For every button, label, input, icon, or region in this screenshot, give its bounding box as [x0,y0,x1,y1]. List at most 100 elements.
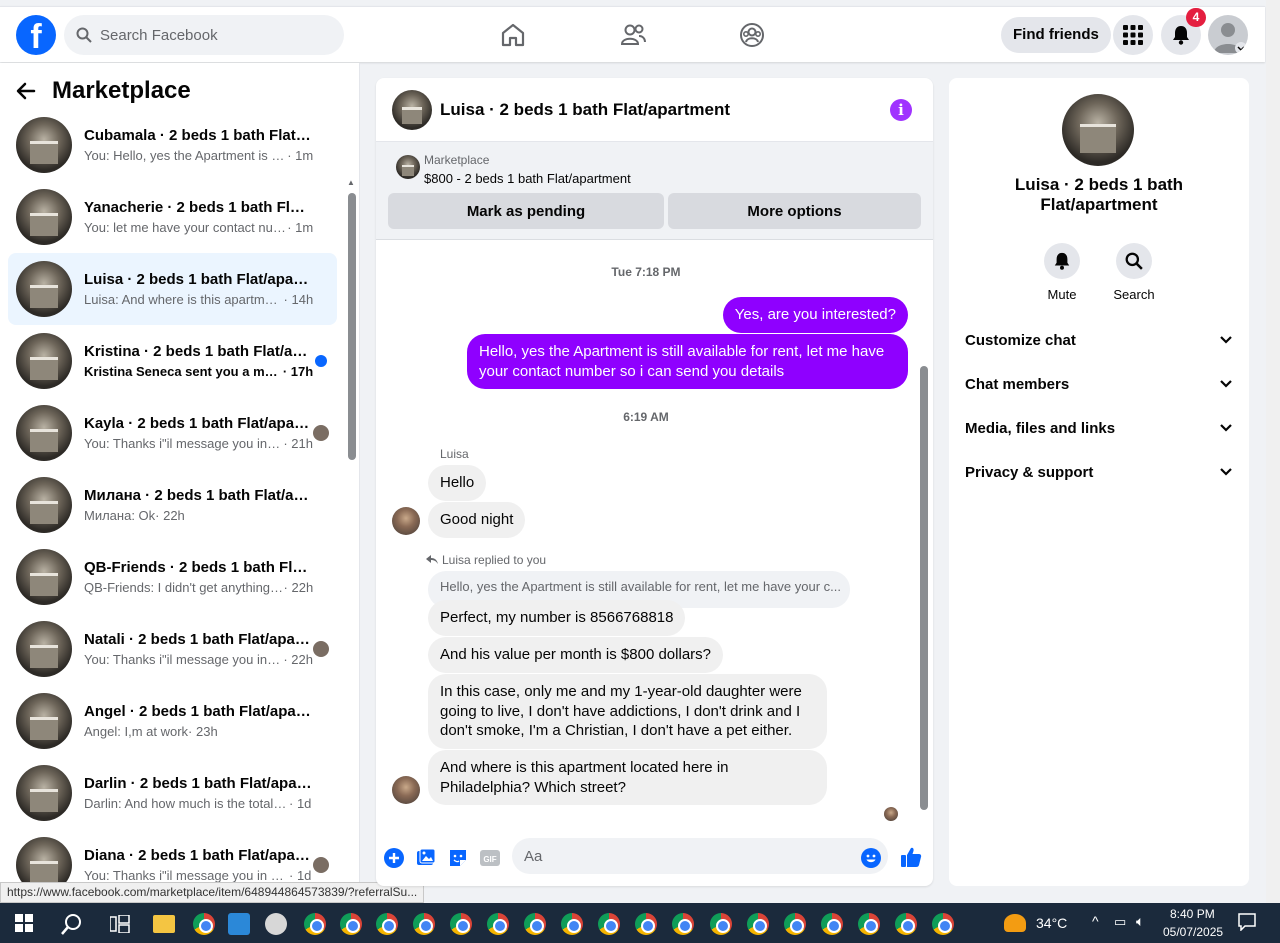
chrome-icon[interactable] [304,913,326,935]
conversation-item[interactable]: Angel · 2 beds 1 bath Flat/apartment Ange… [8,685,337,757]
outgoing-message[interactable]: Hello, yes the Apartment is still availa… [467,334,908,389]
chrome-icon[interactable] [747,913,769,935]
sender-avatar[interactable] [392,776,420,804]
chrome-icon[interactable] [487,913,509,935]
chrome-icon[interactable] [858,913,880,935]
back-arrow-icon[interactable] [16,81,36,101]
chrome-icon[interactable] [895,913,917,935]
info-section-2[interactable]: Media, files and links [965,406,1233,450]
notification-center-icon[interactable] [1238,913,1256,931]
listing-large-thumbnail[interactable] [1062,94,1134,166]
info-section-1[interactable]: Chat members [965,362,1233,406]
outgoing-message[interactable]: Yes, are you interested? [722,297,908,333]
incoming-message[interactable]: In this case, only me and my 1-year-old … [428,674,827,749]
chrome-icon[interactable] [784,913,806,935]
incoming-message[interactable]: Good night [428,502,526,538]
profile-avatar[interactable] [1208,15,1248,55]
conversation-item[interactable]: Cubamala · 2 beds 1 bath Flat/apartment Y… [8,109,337,181]
friends-icon[interactable] [618,20,648,50]
volume-icon[interactable]: 🔈︎ [1136,913,1144,930]
conversation-item[interactable]: Yanacherie · 2 beds 1 bath Flat/apartmen… [8,181,337,253]
incoming-message[interactable]: And where is this apartment located here… [428,750,827,805]
sidebar-scrollbar[interactable] [348,193,356,460]
conversation-item[interactable]: Natali · 2 beds 1 bath Flat/apartment You… [8,613,337,685]
chrome-icon[interactable] [561,913,583,935]
search-label: Search [1113,287,1155,302]
listing-price[interactable]: $800 - 2 beds 1 bath Flat/apartment [424,171,631,186]
image-icon[interactable] [416,848,436,868]
thumbs-up-icon[interactable] [900,846,922,868]
more-options-button[interactable]: More options [668,193,921,229]
chrome-icon[interactable] [376,913,398,935]
info-icon[interactable]: i [890,99,912,121]
app-icon[interactable] [265,913,287,935]
chrome-icon[interactable] [635,913,657,935]
clock-date[interactable]: 05/07/2025 [1163,925,1223,939]
incoming-message[interactable]: And his value per month is $800 dollars? [428,637,723,673]
scroll-up-arrow-icon[interactable]: ▲ [347,178,355,187]
chrome-icon[interactable] [821,913,843,935]
info-section-0[interactable]: Customize chat [965,318,1233,362]
chrome-icon[interactable] [450,913,472,935]
search-input[interactable] [100,26,320,44]
message-input-box[interactable] [512,838,888,874]
sender-avatar[interactable] [392,507,420,535]
chrome-icon[interactable] [932,913,954,935]
conversation-time: · 1m [287,220,314,235]
incoming-message[interactable]: Perfect, my number is 8566768818 [428,600,686,636]
home-icon[interactable] [498,20,528,50]
listing-thumbnail[interactable] [392,89,432,130]
listing-mini-thumbnail[interactable] [396,155,420,179]
sticker-icon[interactable] [448,848,468,868]
chevron-up-icon[interactable]: ^ [1092,913,1099,929]
task-view-icon[interactable] [110,915,130,933]
incoming-message[interactable]: Hello [428,465,487,501]
chrome-icon[interactable] [340,913,362,935]
weather-icon[interactable] [1004,914,1026,932]
conversation-item[interactable]: QB-Friends · 2 beds 1 bath Flat/apartmen… [8,541,337,613]
message-input[interactable] [524,847,844,865]
info-title[interactable]: Luisa · 2 beds 1 bath Flat/apartment [979,175,1219,215]
chrome-icon[interactable] [598,913,620,935]
facebook-logo[interactable]: f [16,15,56,55]
page-scrollbar[interactable] [1266,0,1280,903]
chrome-icon[interactable] [193,913,215,935]
conversation-item[interactable]: Darlin · 2 beds 1 bath Flat/apartment Dar… [8,757,337,829]
conversation-preview-row: You: Hello, yes the Apartment is still a… [84,148,313,163]
chat-title[interactable]: Luisa · 2 beds 1 bath Flat/apartment [440,100,730,120]
groups-icon[interactable] [737,20,767,50]
plus-icon[interactable] [384,848,404,868]
clock-time[interactable]: 8:40 PM [1170,907,1215,921]
find-friends-button[interactable]: Find friends [1001,17,1111,53]
temperature[interactable]: 34°C [1036,915,1067,931]
network-icon[interactable]: ▭ [1114,914,1126,930]
conversation-time: · 14h [283,292,314,307]
info-section-3[interactable]: Privacy & support [965,450,1233,494]
conversation-preview: Darlin: And how much is the total to mov… [84,796,289,811]
svg-text:GIF: GIF [483,855,496,864]
search-box[interactable] [64,15,344,55]
chrome-icon[interactable] [413,913,435,935]
chrome-icon[interactable] [524,913,546,935]
chrome-icon[interactable] [710,913,732,935]
store-icon[interactable] [228,913,250,935]
search-icon [76,27,92,43]
search-action[interactable]: Search [1104,243,1164,302]
windows-start-icon[interactable] [15,914,33,932]
conversation-item[interactable]: Luisa · 2 beds 1 bath Flat/apartment Luis… [8,253,337,325]
mark-as-pending-button[interactable]: Mark as pending [388,193,664,229]
conversation-status [313,857,329,873]
taskbar-search-icon[interactable] [61,913,83,935]
chat-scrollbar[interactable] [920,366,928,810]
conversation-item[interactable]: Kristina · 2 beds 1 bath Flat/apartment K… [8,325,337,397]
chrome-icon[interactable] [672,913,694,935]
seen-avatar [313,857,329,873]
file-explorer-icon[interactable] [153,915,175,933]
conversation-item[interactable]: Kayla · 2 beds 1 bath Flat/apartment You:… [8,397,337,469]
menu-grid-button[interactable] [1113,15,1153,55]
conversation-item[interactable]: Милана · 2 beds 1 bath Flat/apartment Мил… [8,469,337,541]
emoji-icon[interactable] [861,848,881,868]
mute-action[interactable]: Mute [1032,243,1092,302]
conversation-name: Cubamala · 2 beds 1 bath Flat/apartment [84,127,314,144]
gif-icon[interactable]: GIF [480,848,500,868]
